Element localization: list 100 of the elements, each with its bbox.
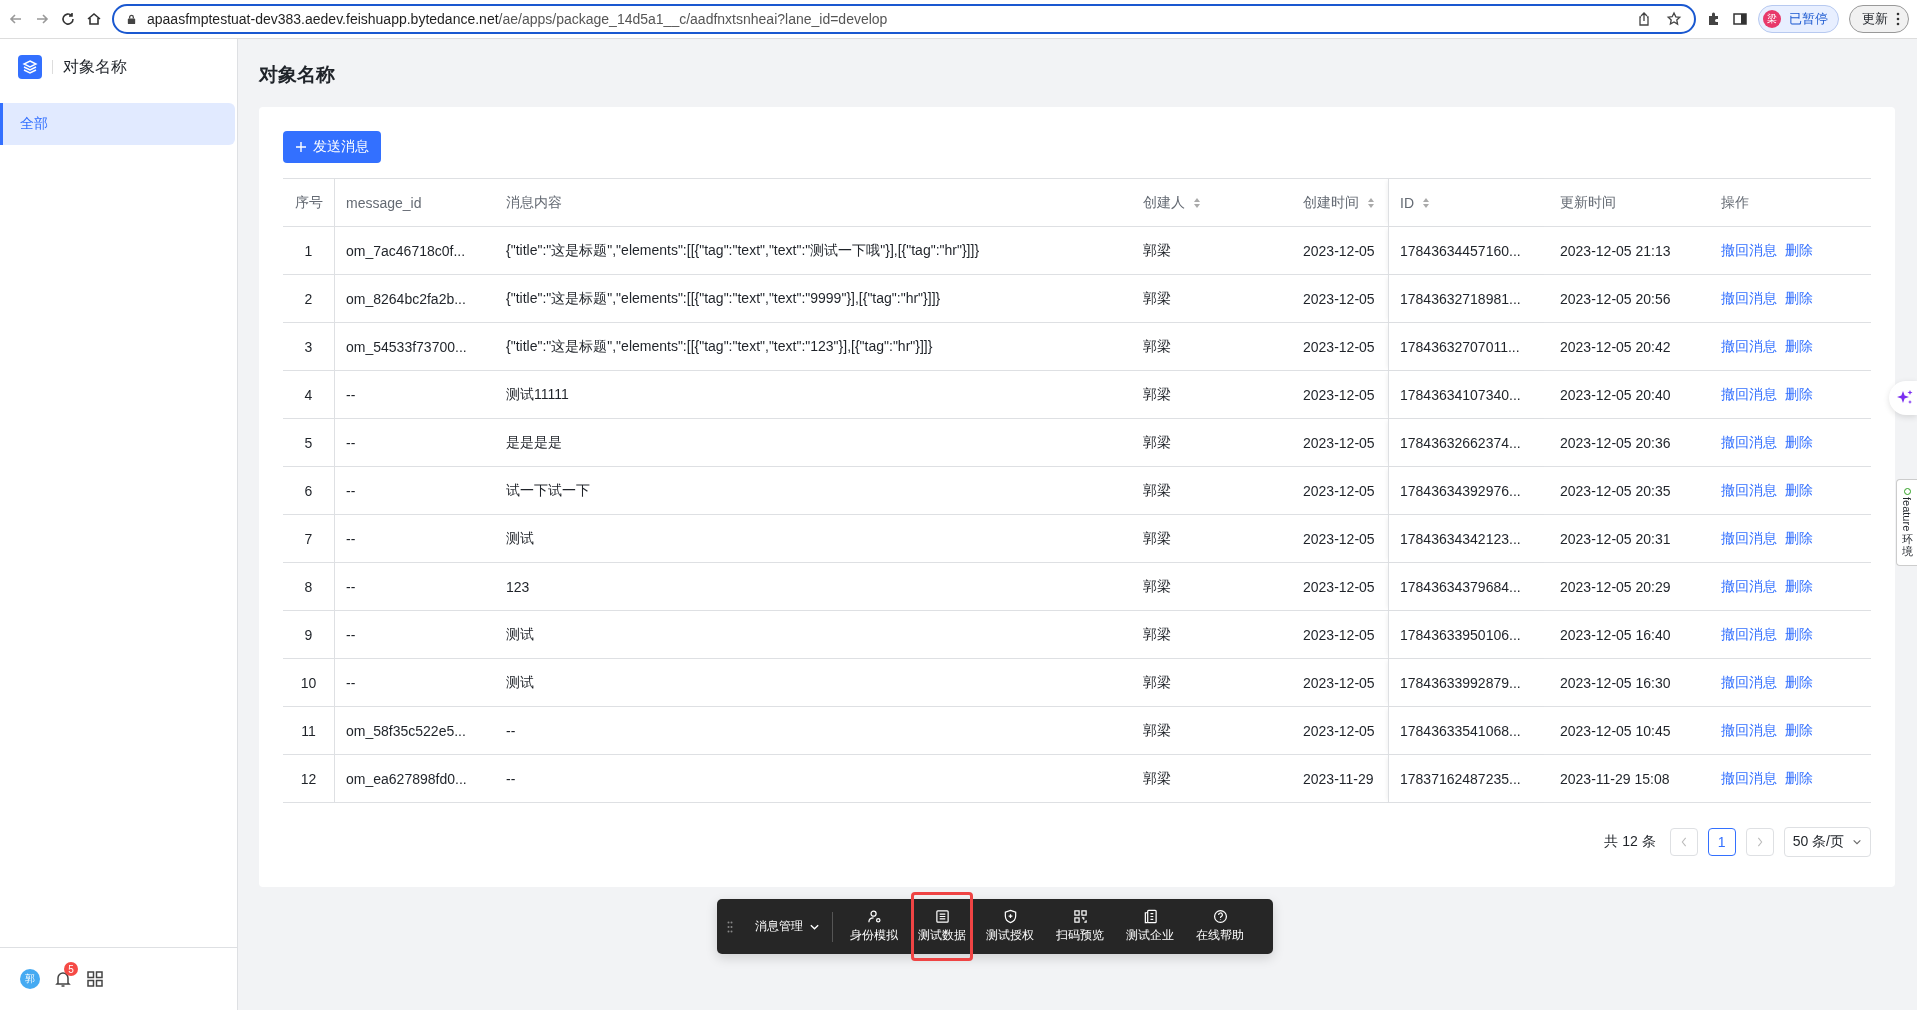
table-cell: 9 bbox=[304, 626, 313, 643]
table-cell: 测试 bbox=[506, 625, 534, 644]
table-cell: 2023-11-29 bbox=[1303, 770, 1374, 787]
table-cell: 17837162487235... bbox=[1400, 770, 1521, 787]
toolbar-button[interactable]: 测试数据 bbox=[911, 892, 973, 961]
home-icon[interactable] bbox=[86, 11, 102, 27]
url-path: /ae/apps/package_14d5a1__c/aadfnxtsnheai?lane_id=develop bbox=[498, 11, 888, 27]
action-link[interactable]: 撤回消息 bbox=[1721, 721, 1777, 740]
action-link[interactable]: 删除 bbox=[1785, 625, 1813, 644]
table-cell: -- bbox=[346, 434, 356, 451]
action-link[interactable]: 撤回消息 bbox=[1721, 481, 1777, 500]
action-link[interactable]: 删除 bbox=[1785, 385, 1813, 404]
lock-icon bbox=[126, 13, 137, 25]
action-link[interactable]: 删除 bbox=[1785, 577, 1813, 596]
table-cell: 17843632707011... bbox=[1400, 338, 1520, 355]
column-header: ID bbox=[1400, 194, 1414, 211]
chevron-down-icon bbox=[809, 922, 820, 931]
action-link[interactable]: 删除 bbox=[1785, 529, 1813, 548]
action-link[interactable]: 删除 bbox=[1785, 433, 1813, 452]
update-button[interactable]: 更新 bbox=[1849, 5, 1909, 33]
action-link[interactable]: 撤回消息 bbox=[1721, 577, 1777, 596]
table-cell: 2023-12-05 16:40 bbox=[1560, 626, 1671, 643]
action-link[interactable]: 删除 bbox=[1785, 337, 1813, 356]
user-gear-icon bbox=[866, 909, 882, 924]
action-link[interactable]: 删除 bbox=[1785, 721, 1813, 740]
table-cell: om_58f35c522e5... bbox=[346, 722, 466, 739]
app-title: 对象名称 bbox=[63, 56, 127, 77]
table-cell: 7 bbox=[304, 530, 313, 547]
table-cell: -- bbox=[506, 770, 516, 787]
toolbar-button[interactable]: 身份模拟 bbox=[841, 902, 907, 951]
profile-button[interactable]: 梁 已暂停 bbox=[1758, 5, 1839, 33]
notification-badge: 5 bbox=[64, 962, 78, 976]
table-cell: 17843633541068... bbox=[1400, 722, 1521, 739]
action-link[interactable]: 撤回消息 bbox=[1721, 337, 1777, 356]
address-bar[interactable]: apaasfmptestuat-dev383.aedev.feishuapp.bytedance.net/ae/apps/package_14d5a1__c/aadfnxtsnheai?lane_id=develop bbox=[112, 4, 1696, 34]
table-cell: -- bbox=[506, 722, 516, 739]
reload-icon[interactable] bbox=[60, 11, 76, 27]
table-cell: 17843633950106... bbox=[1400, 626, 1521, 643]
star-icon[interactable] bbox=[1666, 11, 1682, 27]
sidebar-item[interactable]: 全部 bbox=[0, 103, 235, 145]
grid-icon[interactable] bbox=[86, 970, 104, 988]
column-header: 创建人 bbox=[1143, 193, 1185, 212]
action-link[interactable]: 撤回消息 bbox=[1721, 433, 1777, 452]
drag-handle-icon[interactable] bbox=[727, 920, 733, 933]
toolbar-button[interactable]: 测试授权 bbox=[977, 902, 1043, 951]
profile-avatar: 梁 bbox=[1763, 10, 1781, 28]
page-size-select[interactable]: 50 条/页 bbox=[1783, 827, 1871, 857]
table-cell: 1 bbox=[304, 242, 313, 259]
action-link[interactable]: 删除 bbox=[1785, 241, 1813, 260]
action-link[interactable]: 撤回消息 bbox=[1721, 289, 1777, 308]
action-link[interactable]: 撤回消息 bbox=[1721, 673, 1777, 692]
column-header: 操作 bbox=[1721, 193, 1749, 212]
document-icon bbox=[1142, 909, 1158, 924]
help-icon bbox=[1212, 909, 1228, 924]
column-header: 序号 bbox=[294, 193, 323, 212]
action-link[interactable]: 删除 bbox=[1785, 481, 1813, 500]
table-cell: 2023-12-05 bbox=[1303, 626, 1375, 643]
table-cell: 2023-12-05 20:56 bbox=[1560, 290, 1671, 307]
table-cell: 试一下试一下 bbox=[506, 481, 590, 500]
shield-icon bbox=[1002, 909, 1018, 924]
table-cell: 6 bbox=[304, 482, 313, 499]
table-cell: 2023-12-05 20:42 bbox=[1560, 338, 1671, 355]
table-cell: 4 bbox=[304, 386, 313, 403]
table-cell: 郭梁 bbox=[1143, 673, 1171, 692]
table-cell: 2023-12-05 bbox=[1303, 482, 1375, 499]
table-cell: 测试 bbox=[506, 529, 534, 548]
sidebar-icon[interactable] bbox=[1732, 11, 1748, 27]
action-link[interactable]: 撤回消息 bbox=[1721, 625, 1777, 644]
column-header: 更新时间 bbox=[1560, 193, 1616, 212]
action-link[interactable]: 撤回消息 bbox=[1721, 529, 1777, 548]
share-icon[interactable] bbox=[1636, 11, 1652, 27]
environment-tab[interactable]: feature 环境 bbox=[1896, 479, 1917, 567]
toolbar-button[interactable]: 在线帮助 bbox=[1187, 902, 1253, 951]
table-cell: -- bbox=[346, 386, 356, 403]
action-link[interactable]: 删除 bbox=[1785, 289, 1813, 308]
action-link[interactable]: 删除 bbox=[1785, 769, 1813, 788]
table-cell: 郭梁 bbox=[1143, 433, 1171, 452]
user-avatar[interactable]: 郭 bbox=[20, 969, 40, 989]
qr-code-icon bbox=[1072, 909, 1088, 924]
table-cell: -- bbox=[346, 626, 356, 643]
layers-icon bbox=[18, 55, 42, 79]
table-cell: 123 bbox=[506, 578, 530, 595]
table-cell: 17843632718981... bbox=[1400, 290, 1521, 307]
send-message-button[interactable]: 发送消息 bbox=[283, 131, 381, 163]
toolbar-button[interactable]: 测试企业 bbox=[1117, 902, 1183, 951]
toolbar-button[interactable]: 扫码预览 bbox=[1047, 902, 1113, 951]
table-cell: 2023-11-29 15:08 bbox=[1560, 770, 1670, 787]
table-cell: 郭梁 bbox=[1143, 337, 1171, 356]
action-link[interactable]: 撤回消息 bbox=[1721, 769, 1777, 788]
list-icon bbox=[934, 909, 950, 924]
table-cell: -- bbox=[346, 578, 356, 595]
table-cell: 郭梁 bbox=[1143, 529, 1171, 548]
table-cell: 17843632662374... bbox=[1400, 434, 1521, 451]
action-link[interactable]: 撤回消息 bbox=[1721, 385, 1777, 404]
menu-dropdown[interactable]: 消息管理 bbox=[755, 918, 820, 935]
plus-icon bbox=[295, 141, 307, 153]
page-button[interactable]: 1 bbox=[1707, 828, 1736, 856]
action-link[interactable]: 撤回消息 bbox=[1721, 241, 1777, 260]
action-link[interactable]: 删除 bbox=[1785, 673, 1813, 692]
table-cell: 郭梁 bbox=[1143, 577, 1171, 596]
